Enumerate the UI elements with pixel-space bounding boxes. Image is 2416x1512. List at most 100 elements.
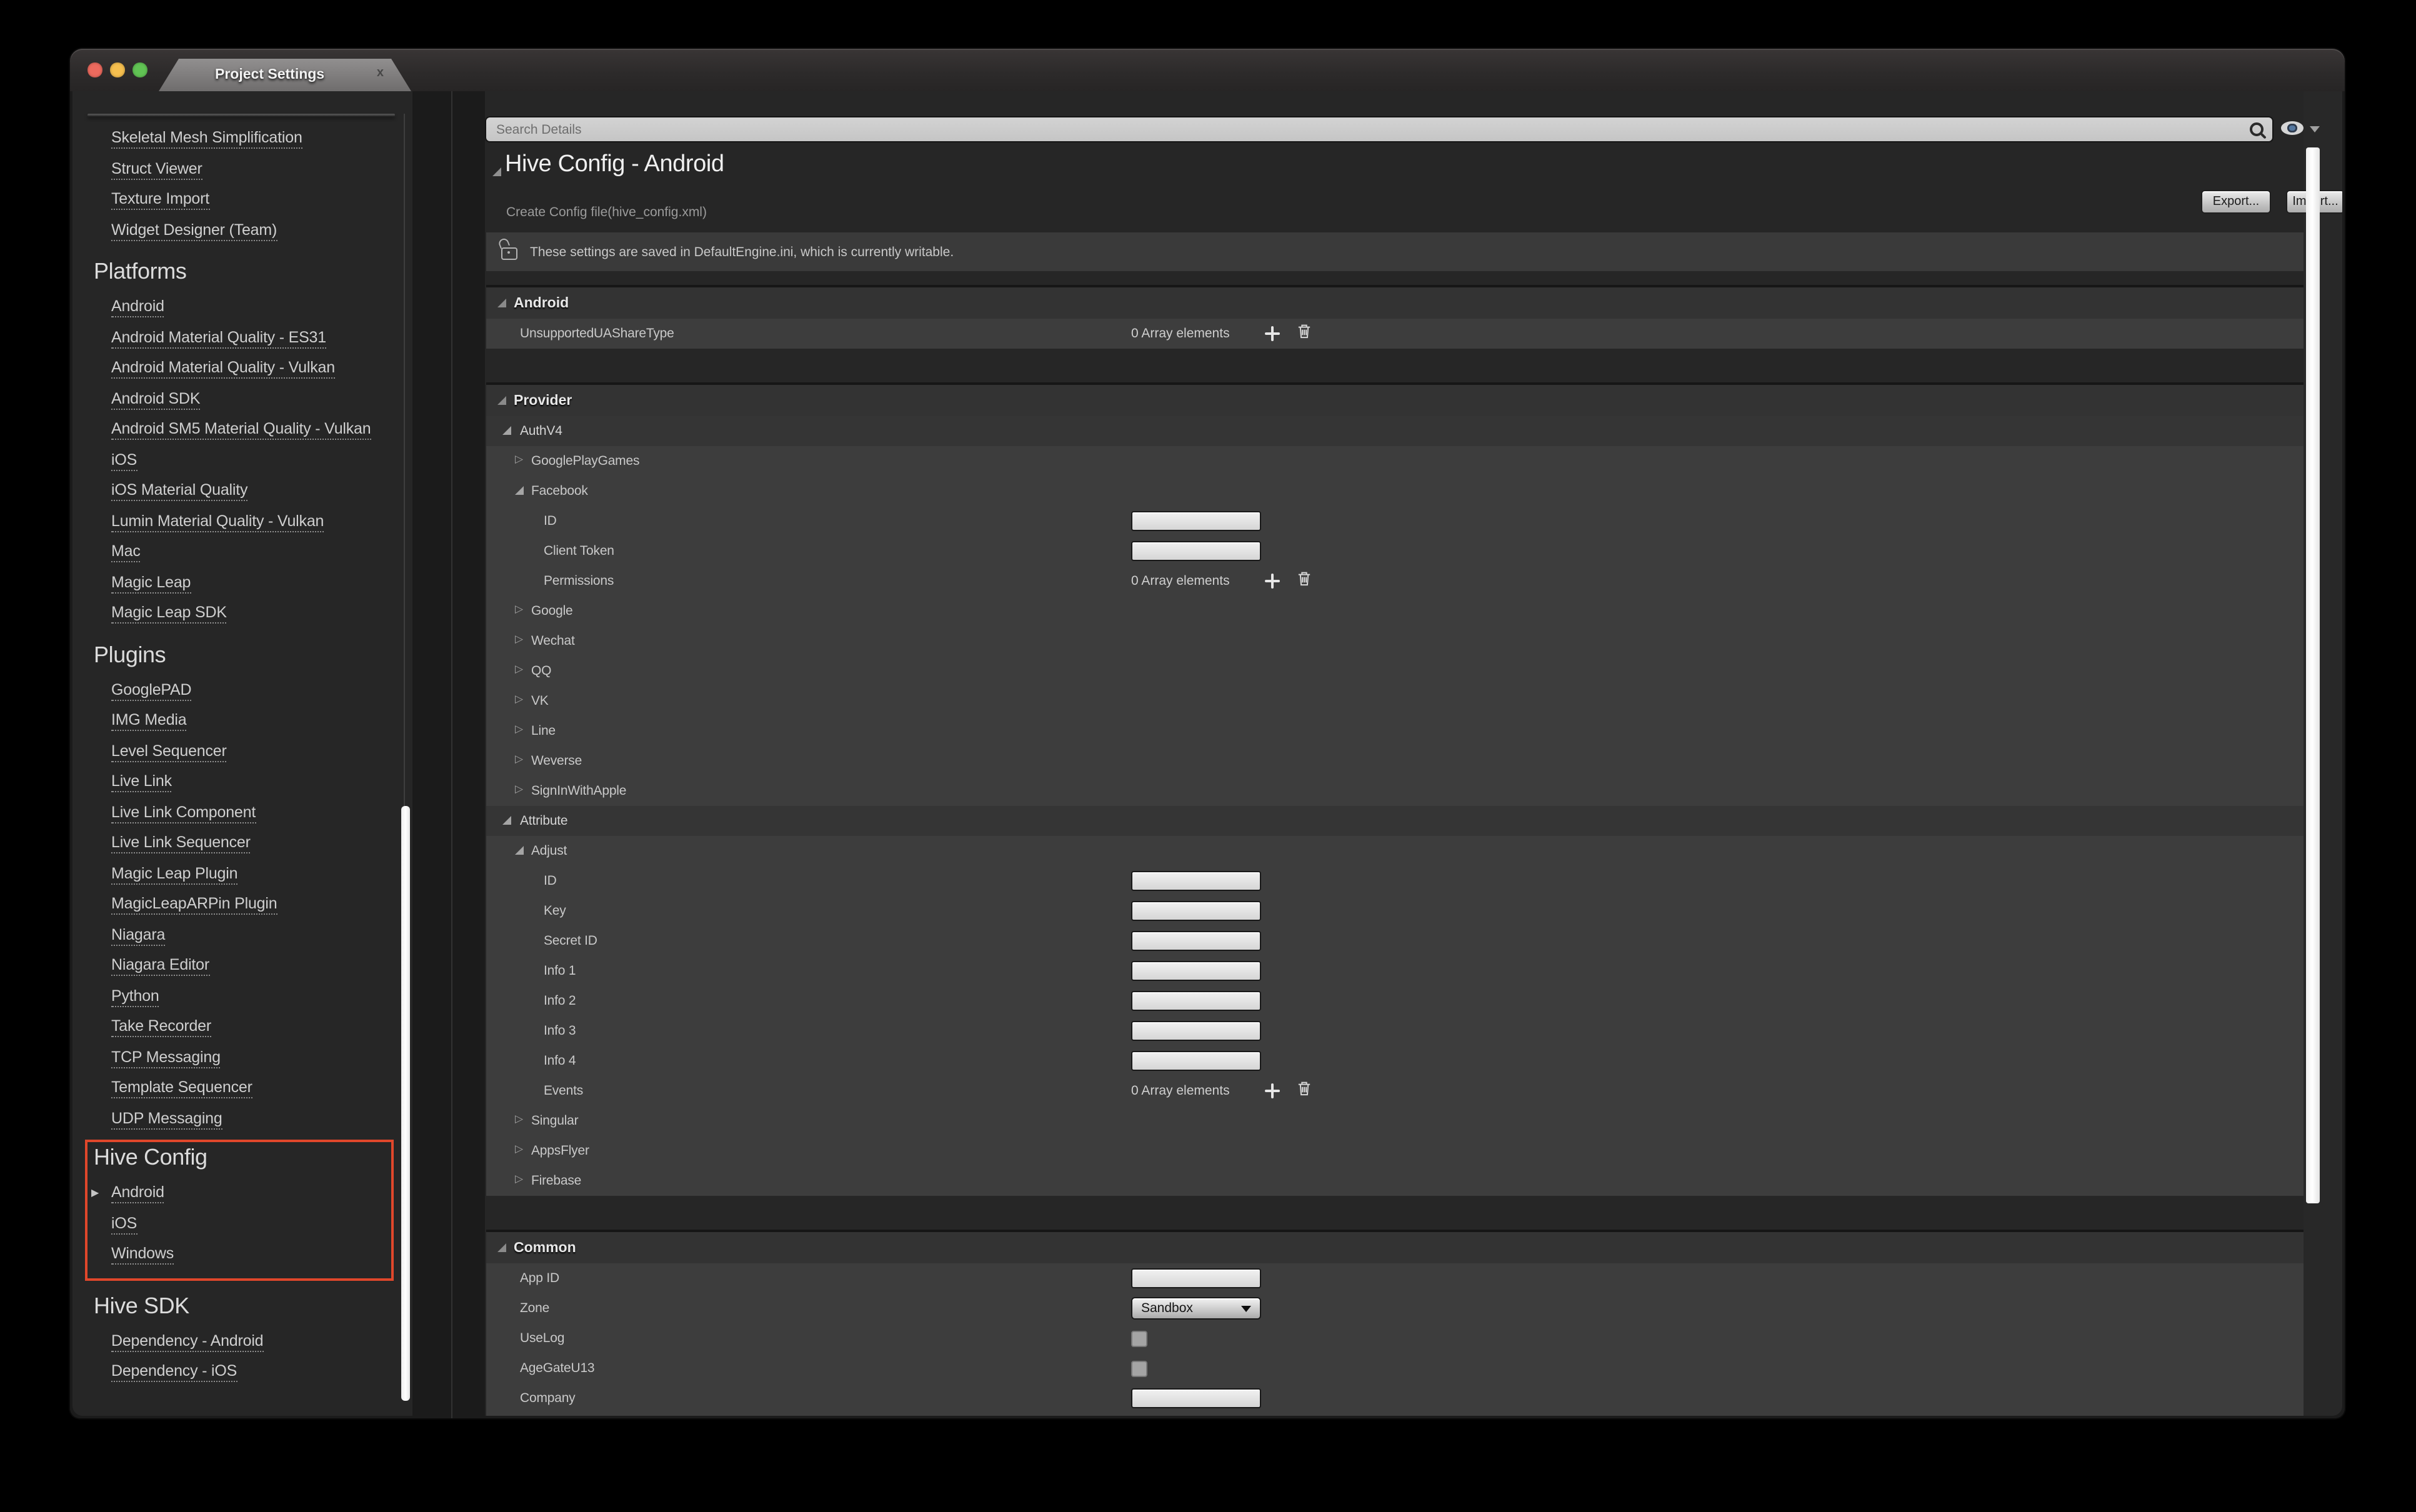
property-value-cell (1126, 1383, 2304, 1413)
property-row-facebook: Facebook (486, 476, 2304, 506)
text-field[interactable] (1131, 991, 1261, 1011)
sidebar-item-android-sm5-material-quality-vulkan[interactable]: Android SM5 Material Quality - Vulkan (72, 415, 412, 445)
selected-item-arrow-icon: ▶ (91, 1188, 99, 1198)
section-header-android[interactable]: Android (486, 285, 2304, 319)
sidebar-scrollbar-thumb[interactable] (401, 806, 410, 1401)
property-value-cell (1126, 656, 2304, 686)
view-options-caret-icon[interactable] (2310, 126, 2320, 132)
close-window-button[interactable] (87, 62, 102, 77)
property-value-cell (1126, 776, 2304, 806)
add-element-icon[interactable] (1265, 326, 1280, 341)
minimize-window-button[interactable] (110, 62, 124, 77)
property-label: AuthV4 (520, 424, 562, 439)
property-label: QQ (531, 664, 551, 679)
sidebar-item-windows[interactable]: Windows (87, 1240, 391, 1270)
export-button[interactable]: Export... (2201, 190, 2271, 214)
sidebar-item-mac[interactable]: Mac (72, 537, 412, 568)
sidebar-item-python[interactable]: Python (72, 982, 412, 1012)
text-field[interactable] (1131, 1268, 1261, 1288)
tab-project-settings[interactable]: Project Settings x (159, 59, 411, 91)
property-label: ID (544, 514, 557, 529)
sidebar-item-magicleaparpin-plugin[interactable]: MagicLeapARPin Plugin (72, 890, 412, 920)
tab-close-icon[interactable]: x (377, 66, 384, 80)
property-value-cell (1126, 626, 2304, 656)
sidebar-item-live-link-component[interactable]: Live Link Component (72, 798, 412, 828)
sidebar-item-magic-leap[interactable]: Magic Leap (72, 568, 412, 599)
sidebar-item-lumin-material-quality-vulkan[interactable]: Lumin Material Quality - Vulkan (72, 507, 412, 537)
sidebar-item-niagara[interactable]: Niagara (72, 920, 412, 951)
add-element-icon[interactable] (1265, 574, 1280, 589)
search-box (486, 117, 2272, 141)
sidebar-item-level-sequencer[interactable]: Level Sequencer (72, 737, 412, 767)
sidebar-item-skeletal-mesh-simplification[interactable]: Skeletal Mesh Simplification (72, 124, 412, 154)
text-field[interactable] (1131, 871, 1261, 891)
text-field[interactable] (1131, 511, 1261, 531)
text-field[interactable] (1131, 541, 1261, 561)
zone-dropdown[interactable]: Sandbox (1131, 1297, 1261, 1320)
section-header-common[interactable]: Common (486, 1230, 2304, 1263)
property-value-cell (1126, 1323, 2304, 1353)
property-name-cell: Info 4 (486, 1046, 1184, 1076)
sidebar-item-widget-designer-team[interactable]: Widget Designer (Team) (72, 216, 412, 246)
sidebar-item-android[interactable]: Android (72, 292, 412, 323)
sidebar-item-dependency-ios[interactable]: Dependency - iOS (72, 1357, 412, 1388)
property-row-line: ▷Line (486, 716, 2304, 746)
sidebar-item-tcp-messaging[interactable]: TCP Messaging (72, 1043, 412, 1073)
property-value-cell (1126, 1016, 2304, 1046)
sidebar-item-texture-import[interactable]: Texture Import (72, 185, 412, 216)
sidebar-item-dependency-android[interactable]: Dependency - Android (72, 1326, 412, 1357)
text-field[interactable] (1131, 1388, 1261, 1408)
main-scrollbar-thumb[interactable] (2306, 147, 2320, 1203)
sidebar-item-ios[interactable]: iOS (72, 445, 412, 476)
sidebar-item-live-link[interactable]: Live Link (72, 767, 412, 798)
sidebar-item-googlepad[interactable]: GooglePAD (72, 675, 412, 706)
section-header-provider[interactable]: Provider (486, 382, 2304, 416)
sidebar-item-take-recorder[interactable]: Take Recorder (72, 1012, 412, 1043)
sidebar-item-android-material-quality-es31[interactable]: Android Material Quality - ES31 (72, 323, 412, 354)
sidebar-item-udp-messaging[interactable]: UDP Messaging (72, 1104, 412, 1135)
delete-elements-icon[interactable] (1297, 1080, 1311, 1102)
search-icon[interactable] (2249, 121, 2266, 138)
add-element-icon[interactable] (1265, 1083, 1280, 1098)
sidebar-item-struct-viewer[interactable]: Struct Viewer (72, 154, 412, 185)
text-field[interactable] (1131, 1051, 1261, 1071)
title-bar[interactable]: Project Settings x (70, 49, 2345, 91)
property-row-signinwithapple: ▷SignInWithApple (486, 776, 2304, 806)
sidebar-scrollbar-track[interactable] (404, 114, 405, 806)
sidebar-item-label: Android Material Quality - ES31 (111, 329, 326, 349)
delete-elements-icon[interactable] (1297, 570, 1311, 592)
text-field[interactable] (1131, 961, 1261, 981)
view-options-eye-icon[interactable] (2281, 121, 2304, 135)
sidebar-item-android-sdk[interactable]: Android SDK (72, 384, 412, 415)
checkbox[interactable] (1131, 1330, 1147, 1346)
search-input[interactable] (486, 117, 2249, 141)
sidebar-item-ios[interactable]: iOS (87, 1209, 391, 1240)
sidebar-item-android[interactable]: ▶Android (87, 1178, 391, 1209)
notice-text: These settings are saved in DefaultEngin… (530, 244, 954, 259)
checkbox[interactable] (1131, 1360, 1147, 1376)
create-config-link[interactable]: Create Config file(hive_config.xml) (506, 205, 707, 220)
expanded-arrow-icon[interactable] (497, 1243, 506, 1252)
page-collapse-icon[interactable] (492, 167, 501, 176)
property-value-cell (1126, 956, 2304, 986)
delete-elements-icon[interactable] (1297, 322, 1311, 345)
zoom-window-button[interactable] (132, 62, 147, 77)
property-name-cell: Info 2 (486, 986, 1184, 1016)
property-value-cell (1126, 1263, 2304, 1293)
expanded-arrow-icon[interactable] (497, 299, 506, 307)
sidebar-item-live-link-sequencer[interactable]: Live Link Sequencer (72, 828, 412, 859)
expanded-arrow-icon[interactable] (497, 396, 506, 405)
sidebar-item-niagara-editor[interactable]: Niagara Editor (72, 951, 412, 982)
text-field[interactable] (1131, 1021, 1261, 1041)
property-row-unsupporteduasharetype: UnsupportedUAShareType0 Array elements (486, 319, 2304, 349)
text-field[interactable] (1131, 931, 1261, 951)
sidebar-item-magic-leap-plugin[interactable]: Magic Leap Plugin (72, 859, 412, 890)
sidebar-item-ios-material-quality[interactable]: iOS Material Quality (72, 476, 412, 507)
sidebar-item-label: Lumin Material Quality - Vulkan (111, 512, 324, 532)
sidebar-item-img-media[interactable]: IMG Media (72, 706, 412, 737)
sidebar-item-template-sequencer[interactable]: Template Sequencer (72, 1073, 412, 1104)
property-value-cell (1126, 536, 2304, 566)
sidebar-item-android-material-quality-vulkan[interactable]: Android Material Quality - Vulkan (72, 354, 412, 384)
text-field[interactable] (1131, 901, 1261, 921)
sidebar-item-magic-leap-sdk[interactable]: Magic Leap SDK (72, 599, 412, 629)
